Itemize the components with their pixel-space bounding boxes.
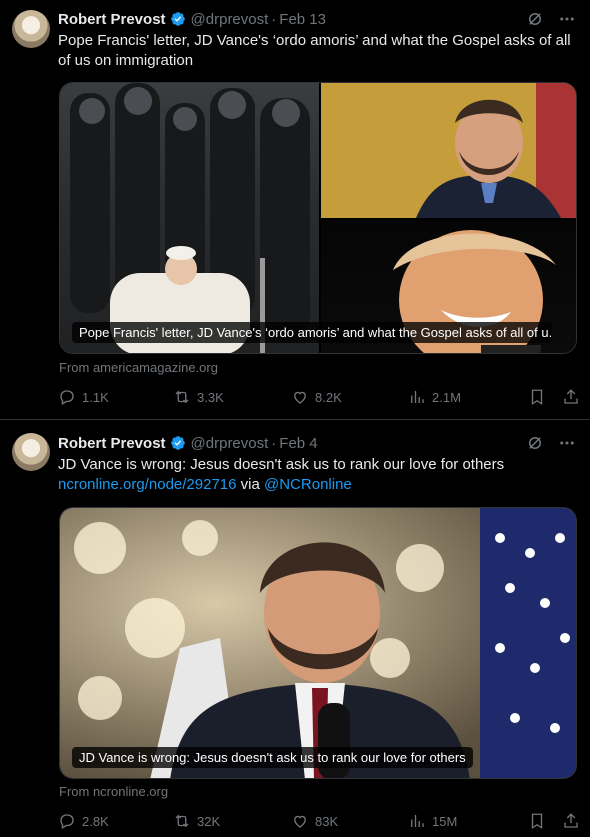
repost-count: 32K xyxy=(197,813,221,829)
tweet[interactable]: Robert Prevost @drprevost · Feb 4 JD Van… xyxy=(0,421,590,837)
reply-icon xyxy=(60,814,74,829)
like-count: 83K xyxy=(315,813,339,829)
separator-dot: · xyxy=(271,10,277,28)
views-count: 15M xyxy=(432,813,458,829)
vance-photo xyxy=(321,83,576,218)
author-name[interactable]: Robert Prevost xyxy=(58,11,166,28)
like-icon xyxy=(294,391,306,404)
author-name[interactable]: Robert Prevost xyxy=(58,435,166,452)
repost-icon xyxy=(175,814,189,828)
tweet-header: Robert Prevost @drprevost · Feb 4 xyxy=(58,433,318,453)
views-icon xyxy=(411,815,424,827)
mention-link[interactable]: @NCRonline xyxy=(264,476,352,493)
repost-button[interactable]: 3.3K xyxy=(173,388,291,406)
tweet-end-actions xyxy=(528,812,580,830)
tweet-link[interactable]: ncronline.org/node/292716 xyxy=(58,476,236,493)
grok-icon[interactable] xyxy=(526,434,544,452)
bookmark-icon[interactable] xyxy=(528,388,546,406)
link-card-image[interactable]: JD Vance is wrong: Jesus doesn't ask us … xyxy=(59,507,577,779)
via-text: via xyxy=(236,476,264,493)
reply-count: 2.8K xyxy=(82,813,109,829)
link-source[interactable]: From ncronline.org xyxy=(59,784,168,799)
tweet[interactable]: Robert Prevost @drprevost · Feb 13 Pope … xyxy=(0,0,590,420)
like-button[interactable]: 8.2K xyxy=(291,388,408,406)
tweet-top-actions xyxy=(526,10,576,28)
statue-photo xyxy=(60,83,319,353)
share-icon[interactable] xyxy=(562,812,580,830)
tweet-actions: 2.8K 32K 83K 15M xyxy=(58,812,580,830)
tweet-text: JD Vance is wrong: Jesus doesn't ask us … xyxy=(58,455,578,495)
bookmark-icon[interactable] xyxy=(528,812,546,830)
repost-count: 3.3K xyxy=(197,389,224,405)
views-icon xyxy=(411,391,424,403)
more-icon[interactable] xyxy=(558,434,576,452)
separator-dot: · xyxy=(271,434,277,452)
author-handle[interactable]: @drprevost xyxy=(191,435,269,452)
media-caption: JD Vance is wrong: Jesus doesn't ask us … xyxy=(72,747,473,768)
tweet-date[interactable]: Feb 13 xyxy=(279,11,326,28)
views-button[interactable]: 15M xyxy=(408,812,525,830)
repost-button[interactable]: 32K xyxy=(173,812,291,830)
avatar[interactable] xyxy=(12,433,50,471)
avatar[interactable] xyxy=(12,10,50,48)
tweet-actions: 1.1K 3.3K 8.2K 2.1M xyxy=(58,388,580,406)
share-icon[interactable] xyxy=(562,388,580,406)
tweet-text-body: JD Vance is wrong: Jesus doesn't ask us … xyxy=(58,456,505,473)
views-button[interactable]: 2.1M xyxy=(408,388,525,406)
repost-icon xyxy=(175,390,189,404)
tweet-text: Pope Francis' letter, JD Vance's ‘ordo a… xyxy=(58,32,571,69)
reply-button[interactable]: 1.1K xyxy=(58,388,173,406)
more-icon[interactable] xyxy=(558,10,576,28)
reply-icon xyxy=(60,390,74,405)
media-caption: Pope Francis' letter, JD Vance's ‘ordo a… xyxy=(72,322,552,343)
like-button[interactable]: 83K xyxy=(291,812,408,830)
tweet-header: Robert Prevost @drprevost · Feb 13 xyxy=(58,9,326,29)
verified-badge-icon xyxy=(170,12,185,26)
like-icon xyxy=(294,815,306,828)
tweet-date[interactable]: Feb 4 xyxy=(279,435,317,452)
verified-badge-icon xyxy=(170,436,185,450)
link-source[interactable]: From americamagazine.org xyxy=(59,360,218,375)
link-card-image[interactable]: Pope Francis' letter, JD Vance's ‘ordo a… xyxy=(59,82,577,354)
like-count: 8.2K xyxy=(315,389,342,405)
vance-speaking-photo xyxy=(60,508,576,778)
reply-button[interactable]: 2.8K xyxy=(58,812,173,830)
reply-count: 1.1K xyxy=(82,389,109,405)
tweet-end-actions xyxy=(528,388,580,406)
author-handle[interactable]: @drprevost xyxy=(191,11,269,28)
grok-icon[interactable] xyxy=(526,10,544,28)
views-count: 2.1M xyxy=(432,389,461,405)
tweet-top-actions xyxy=(526,434,576,452)
